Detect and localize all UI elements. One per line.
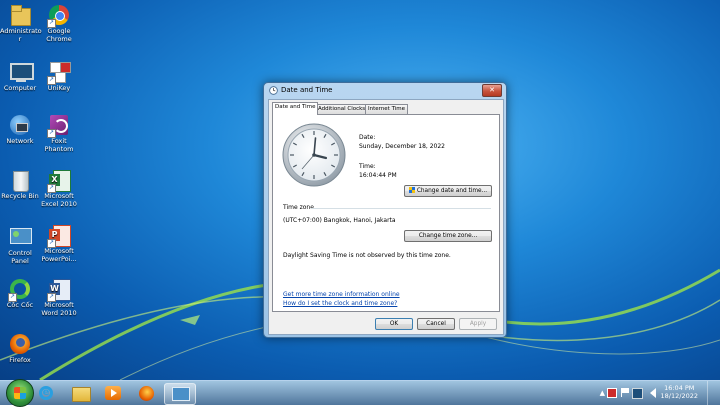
date-value: Sunday, December 18, 2022 bbox=[359, 143, 445, 150]
taskbar: e ▲ 16:04 PM 18/12/2022 bbox=[0, 380, 720, 405]
clock-icon bbox=[269, 86, 278, 95]
control-panel-icon bbox=[172, 387, 190, 401]
desktop-icon-label: Microsoft Word 2010 bbox=[39, 302, 79, 317]
start-button[interactable] bbox=[6, 379, 34, 407]
close-button[interactable]: ✕ bbox=[482, 84, 502, 97]
time-label: Time: bbox=[359, 163, 376, 170]
desktop-icon-label: Network bbox=[0, 138, 40, 146]
date-time-window: Date and Time ✕ Date and Time Additional… bbox=[263, 82, 507, 338]
firefox-icon bbox=[139, 386, 154, 401]
ok-button[interactable]: OK bbox=[375, 318, 413, 330]
flag-icon[interactable] bbox=[621, 388, 630, 397]
window-client: Date and Time Additional Clocks Internet… bbox=[268, 99, 504, 335]
desktop-icon-label: Administrato r bbox=[0, 28, 40, 43]
cancel-button[interactable]: Cancel bbox=[417, 318, 455, 330]
network-icon[interactable] bbox=[632, 388, 643, 399]
user-folder-icon bbox=[8, 3, 32, 27]
timezone-divider bbox=[311, 208, 491, 209]
desktop-icon-computer[interactable]: Computer bbox=[0, 60, 40, 93]
computer-icon bbox=[8, 60, 32, 84]
desktop-icon-label: Firefox bbox=[0, 357, 40, 365]
taskbar-firefox[interactable] bbox=[132, 383, 162, 403]
shield-icon bbox=[409, 187, 415, 193]
tray-app-icon[interactable] bbox=[607, 388, 617, 398]
desktop-icon-label: Computer bbox=[0, 85, 40, 93]
coccoc-icon: ↗ bbox=[8, 277, 32, 301]
clock-date: 18/12/2022 bbox=[661, 392, 698, 400]
show-desktop-button[interactable] bbox=[707, 381, 720, 405]
tab-date-and-time[interactable]: Date and Time bbox=[272, 102, 318, 115]
desktop-icon-label: Cốc Cốc bbox=[0, 302, 40, 310]
unikey-icon: ↗ bbox=[47, 60, 71, 84]
date-label: Date: bbox=[359, 134, 375, 141]
desktop-icon-label: UniKey bbox=[39, 85, 79, 93]
taskbar-clock[interactable]: 16:04 PM 18/12/2022 bbox=[661, 384, 698, 400]
recycle-bin-icon bbox=[8, 168, 32, 192]
folder-icon bbox=[72, 387, 91, 402]
taskbar-media-player[interactable] bbox=[99, 383, 129, 403]
change-date-time-button[interactable]: Change date and time... bbox=[404, 185, 492, 197]
desktop-icon-administrator[interactable]: Administrato r bbox=[0, 3, 40, 43]
desktop-icon-label: Recycle Bin bbox=[0, 193, 40, 201]
word-icon: W ↗ bbox=[47, 277, 71, 301]
tab-additional-clocks[interactable]: Additional Clocks bbox=[315, 104, 368, 114]
firefox-icon bbox=[8, 332, 32, 356]
foxit-icon: ↗ bbox=[47, 113, 71, 137]
apply-button[interactable]: Apply bbox=[459, 318, 497, 330]
change-timezone-button[interactable]: Change time zone... bbox=[404, 230, 492, 242]
windows-logo-icon bbox=[14, 387, 26, 399]
excel-icon: X ↗ bbox=[47, 168, 71, 192]
tray-expand-icon[interactable]: ▲ bbox=[600, 389, 605, 397]
desktop-icon-powerpoint[interactable]: P ↗ Microsoft PowerPoi... bbox=[39, 223, 79, 263]
desktop-icon-control-panel[interactable]: Control Panel bbox=[0, 225, 40, 265]
taskbar-file-explorer[interactable] bbox=[66, 383, 96, 403]
desktop-icon-label: Microsoft Excel 2010 bbox=[39, 193, 79, 208]
tab-internet-time[interactable]: Internet Time bbox=[365, 104, 408, 114]
taskbar-date-and-time[interactable] bbox=[164, 383, 196, 405]
desktop-icon-label: Foxit Phantom bbox=[39, 138, 79, 153]
desktop-icon-network[interactable]: Network bbox=[0, 113, 40, 146]
desktop-icon-unikey[interactable]: ↗ UniKey bbox=[39, 60, 79, 93]
window-titlebar[interactable]: Date and Time ✕ bbox=[264, 83, 506, 98]
desktop-icon-word[interactable]: W ↗ Microsoft Word 2010 bbox=[39, 277, 79, 317]
desktop-icon-label: Microsoft PowerPoi... bbox=[39, 248, 79, 263]
desktop-icon-recycle-bin[interactable]: Recycle Bin bbox=[0, 168, 40, 201]
control-panel-icon bbox=[8, 225, 32, 249]
window-title: Date and Time bbox=[281, 86, 332, 94]
chrome-icon: ↗ bbox=[47, 3, 71, 27]
dst-note: Daylight Saving Time is not observed by … bbox=[283, 252, 451, 259]
timezone-heading: Time zone bbox=[283, 204, 314, 211]
network-icon bbox=[8, 113, 32, 137]
desktop-icon-foxit[interactable]: ↗ Foxit Phantom bbox=[39, 113, 79, 153]
desktop[interactable]: Administrato r Computer Network Recycle … bbox=[0, 0, 720, 380]
clock-time: 16:04 PM bbox=[661, 384, 698, 392]
volume-icon[interactable] bbox=[650, 388, 656, 398]
desktop-icon-excel[interactable]: X ↗ Microsoft Excel 2010 bbox=[39, 168, 79, 208]
timezone-value: (UTC+07:00) Bangkok, Hanoi, Jakarta bbox=[283, 217, 396, 224]
desktop-icon-chrome[interactable]: ↗ Google Chrome bbox=[39, 3, 79, 43]
desktop-icon-label: Google Chrome bbox=[39, 28, 79, 43]
tab-panel: Date: Sunday, December 18, 2022 Time: 16… bbox=[272, 114, 500, 312]
link-timezone-info[interactable]: Get more time zone information online bbox=[283, 291, 400, 298]
desktop-icon-firefox[interactable]: Firefox bbox=[0, 332, 40, 365]
taskbar-internet-explorer[interactable]: e bbox=[32, 383, 62, 403]
time-value: 16:04:44 PM bbox=[359, 172, 397, 179]
desktop-icon-label: Control Panel bbox=[0, 250, 40, 265]
desktop-icon-coccoc[interactable]: ↗ Cốc Cốc bbox=[0, 277, 40, 310]
link-how-to-set-clock[interactable]: How do I set the clock and time zone? bbox=[283, 300, 397, 307]
powerpoint-icon: P ↗ bbox=[47, 223, 71, 247]
close-icon: ✕ bbox=[489, 86, 495, 94]
ie-icon: e bbox=[39, 386, 53, 400]
analog-clock bbox=[282, 123, 346, 187]
